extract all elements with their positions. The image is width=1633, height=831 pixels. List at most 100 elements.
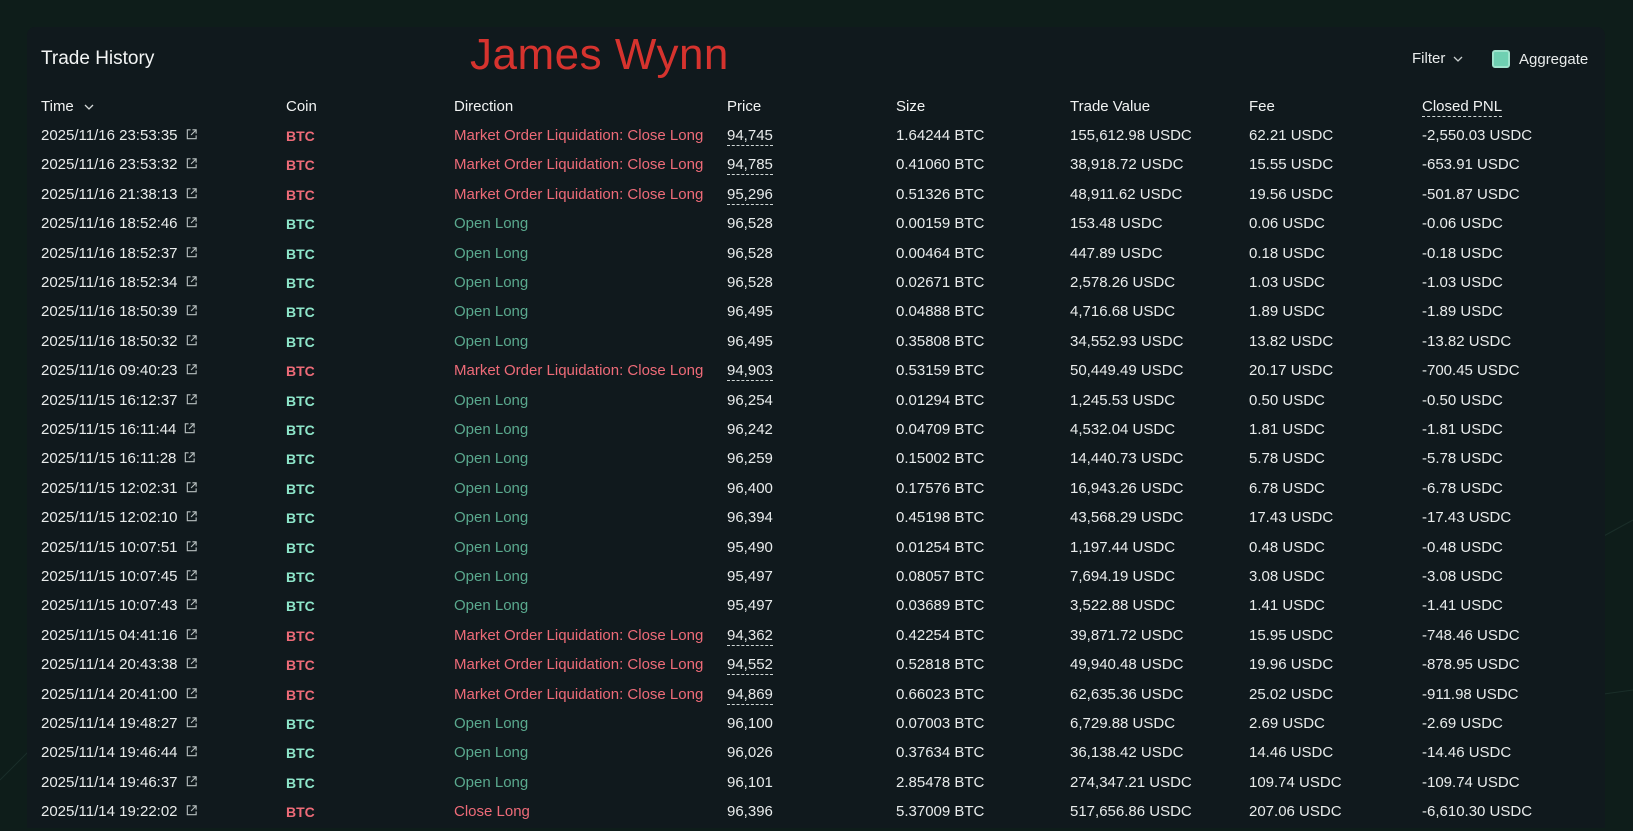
direction-cell: Market Order Liquidation: Close Long (454, 127, 704, 144)
direction-cell: Open Long (454, 450, 529, 468)
coin-cell[interactable]: BTC (286, 479, 315, 499)
table-row: 2025/11/14 19:48:27 BTC Open Long 96,100 0.0… (41, 714, 1601, 743)
price-value: 96,100 (727, 715, 773, 732)
coin-cell[interactable]: BTC (286, 449, 315, 469)
header-time[interactable]: Time (41, 97, 94, 117)
header-closed-pnl[interactable]: Closed PNL (1422, 97, 1503, 117)
external-link-icon[interactable] (185, 568, 198, 581)
price-cell: 96,495 (727, 302, 773, 322)
time-cell: 2025/11/16 21:38:13 (41, 185, 198, 205)
closed-pnl-cell: -1.41 USDC (1422, 597, 1503, 615)
coin-cell[interactable]: BTC (286, 361, 315, 381)
table-row: 2025/11/15 10:07:45 BTC Open Long 95,497 0.0… (41, 567, 1601, 596)
price-cell[interactable]: 94,362 (727, 626, 773, 646)
trade-time: 2025/11/15 12:02:31 (41, 479, 178, 497)
price-cell[interactable]: 94,745 (727, 126, 773, 146)
trade-time: 2025/11/15 12:02:10 (41, 509, 178, 527)
coin-cell[interactable]: BTC (286, 714, 315, 734)
coin-cell[interactable]: BTC (286, 508, 315, 528)
price-cell[interactable]: 94,785 (727, 155, 773, 176)
time-cell: 2025/11/16 18:52:46 (41, 214, 198, 234)
closed-pnl-cell: -0.50 USDC (1422, 391, 1503, 409)
fee-cell: 1.41 USDC (1249, 597, 1325, 615)
trade-time: 2025/11/16 21:38:13 (41, 185, 178, 203)
fee-cell: 25.02 USDC (1249, 685, 1334, 703)
external-link-icon[interactable] (185, 333, 198, 346)
coin-cell[interactable]: BTC (286, 302, 315, 322)
external-link-icon[interactable] (185, 656, 198, 669)
external-link-icon[interactable] (185, 509, 198, 522)
aggregate-toggle[interactable]: Aggregate (1492, 50, 1588, 68)
external-link-icon[interactable] (185, 303, 198, 316)
fee-cell: 1.89 USDC (1249, 303, 1325, 321)
coin-cell[interactable]: BTC (286, 743, 315, 763)
coin-cell[interactable]: BTC (286, 655, 315, 675)
price-cell[interactable]: 94,903 (727, 361, 773, 382)
coin-cell[interactable]: BTC (286, 538, 315, 558)
external-link-icon[interactable] (183, 450, 196, 463)
coin-cell[interactable]: BTC (286, 244, 315, 264)
size-cell: 0.04709 BTC (896, 421, 985, 438)
external-link-icon[interactable] (185, 744, 198, 757)
filter-dropdown[interactable]: Filter (1412, 50, 1463, 67)
coin-cell[interactable]: BTC (286, 685, 315, 705)
external-link-icon[interactable] (185, 156, 198, 169)
coin-cell[interactable]: BTC (286, 273, 315, 293)
external-link-icon[interactable] (185, 539, 198, 552)
external-link-icon[interactable] (185, 627, 198, 640)
price-value: 96,528 (727, 215, 773, 233)
fee-cell: 0.50 USDC (1249, 391, 1325, 409)
trade-time: 2025/11/16 18:50:39 (41, 303, 178, 321)
price-cell[interactable]: 94,869 (727, 685, 773, 705)
external-link-icon[interactable] (185, 803, 198, 816)
external-link-icon[interactable] (185, 480, 198, 493)
closed-pnl-cell: -1.03 USDC (1422, 274, 1503, 291)
closed-pnl-cell: -1.81 USDC (1422, 421, 1503, 438)
aggregate-checkbox[interactable] (1492, 50, 1510, 68)
trade-value-cell: 34,552.93 USDC (1070, 332, 1184, 350)
coin-cell[interactable]: BTC (286, 155, 315, 175)
external-link-icon[interactable] (185, 215, 198, 228)
trade-time: 2025/11/16 09:40:23 (41, 362, 178, 380)
external-link-icon[interactable] (185, 686, 198, 699)
chevron-down-icon (1453, 56, 1463, 62)
coin-cell[interactable]: BTC (286, 185, 315, 205)
price-cell[interactable]: 95,296 (727, 185, 773, 205)
coin-cell[interactable]: BTC (286, 126, 315, 146)
coin-cell[interactable]: BTC (286, 420, 315, 440)
coin-cell[interactable]: BTC (286, 626, 315, 646)
external-link-icon[interactable] (185, 362, 198, 375)
fee-cell: 5.78 USDC (1249, 450, 1325, 468)
fee-cell: 109.74 USDC (1249, 773, 1342, 791)
external-link-icon[interactable] (185, 127, 198, 140)
coin-cell[interactable]: BTC (286, 802, 315, 822)
external-link-icon[interactable] (185, 597, 198, 610)
external-link-icon[interactable] (183, 421, 196, 434)
external-link-icon[interactable] (185, 245, 198, 258)
coin-cell[interactable]: BTC (286, 567, 315, 587)
price-value: 96,254 (727, 391, 773, 409)
size-cell: 0.53159 BTC (896, 362, 985, 380)
price-value: 95,296 (727, 185, 773, 205)
closed-pnl-cell: -700.45 USDC (1422, 362, 1520, 380)
price-value: 95,497 (727, 597, 773, 615)
external-link-icon[interactable] (185, 392, 198, 405)
trade-value-cell: 43,568.29 USDC (1070, 509, 1184, 527)
external-link-icon[interactable] (185, 774, 198, 787)
direction-cell: Market Order Liquidation: Close Long (454, 685, 704, 703)
table-row: 2025/11/14 19:46:44 BTC Open Long 96,026 0.3… (41, 743, 1601, 772)
price-value: 96,495 (727, 303, 773, 321)
coin-cell[interactable]: BTC (286, 391, 315, 411)
external-link-icon[interactable] (185, 274, 198, 287)
coin-cell[interactable]: BTC (286, 773, 315, 793)
external-link-icon[interactable] (185, 715, 198, 728)
price-cell[interactable]: 94,552 (727, 655, 773, 676)
external-link-icon[interactable] (185, 186, 198, 199)
direction-cell: Open Long (454, 215, 529, 233)
coin-cell[interactable]: BTC (286, 214, 315, 234)
direction-cell: Open Long (454, 568, 529, 585)
coin-cell[interactable]: BTC (286, 332, 315, 352)
fee-cell: 15.55 USDC (1249, 156, 1334, 174)
table-row: 2025/11/15 10:07:43 BTC Open Long 95,497 0.0… (41, 596, 1601, 625)
coin-cell[interactable]: BTC (286, 596, 315, 616)
